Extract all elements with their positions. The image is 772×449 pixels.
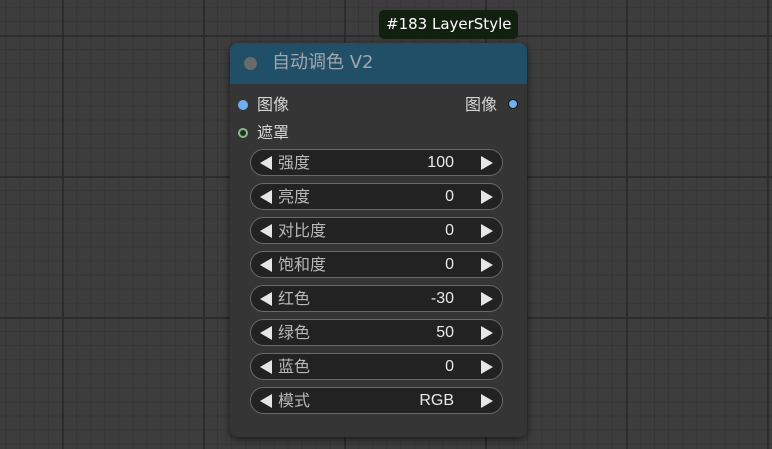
widget-value: 0 bbox=[445, 188, 454, 205]
widget-label: 对比度 bbox=[278, 221, 327, 240]
increment-arrow-icon[interactable] bbox=[481, 292, 493, 306]
decrement-arrow-icon[interactable] bbox=[260, 292, 272, 306]
widget-label: 蓝色 bbox=[278, 357, 311, 376]
decrement-arrow-icon[interactable] bbox=[260, 156, 272, 170]
node-header[interactable]: 自动调色 V2 bbox=[230, 43, 527, 84]
strength-widget[interactable]: 强度 100 bbox=[250, 149, 503, 176]
increment-arrow-icon[interactable] bbox=[481, 156, 493, 170]
contrast-widget[interactable]: 对比度 0 bbox=[250, 217, 503, 244]
node-id-badge: #183 LayerStyle bbox=[379, 10, 519, 39]
increment-arrow-icon[interactable] bbox=[481, 326, 493, 340]
mask-input-label: 遮罩 bbox=[257, 123, 290, 142]
node-title: 自动调色 V2 bbox=[272, 52, 374, 73]
widget-value: 100 bbox=[427, 154, 454, 171]
mask-input-socket-icon[interactable] bbox=[238, 128, 248, 138]
increment-arrow-icon[interactable] bbox=[481, 394, 493, 408]
decrement-arrow-icon[interactable] bbox=[260, 258, 272, 272]
auto-color-node[interactable]: 自动调色 V2 图像 图像 遮罩 强度 100 亮度 0 对比度 0 饱和度 0… bbox=[230, 43, 527, 437]
widget-value: -30 bbox=[430, 290, 454, 307]
decrement-arrow-icon[interactable] bbox=[260, 394, 272, 408]
widget-label: 强度 bbox=[278, 153, 311, 172]
decrement-arrow-icon[interactable] bbox=[260, 190, 272, 204]
widget-label: 绿色 bbox=[278, 323, 311, 342]
widget-value: 50 bbox=[436, 324, 454, 341]
decrement-arrow-icon[interactable] bbox=[260, 360, 272, 374]
widget-value: 0 bbox=[445, 222, 454, 239]
widget-label: 亮度 bbox=[278, 187, 311, 206]
image-output-socket-icon[interactable] bbox=[508, 99, 518, 109]
increment-arrow-icon[interactable] bbox=[481, 258, 493, 272]
blue-widget[interactable]: 蓝色 0 bbox=[250, 353, 503, 380]
green-widget[interactable]: 绿色 50 bbox=[250, 319, 503, 346]
image-output-label: 图像 bbox=[465, 95, 498, 114]
widget-label: 模式 bbox=[278, 391, 311, 410]
image-input-label: 图像 bbox=[257, 95, 290, 114]
widget-label: 饱和度 bbox=[278, 255, 327, 274]
increment-arrow-icon[interactable] bbox=[481, 224, 493, 238]
saturation-widget[interactable]: 饱和度 0 bbox=[250, 251, 503, 278]
widget-value: RGB bbox=[419, 392, 454, 409]
mode-widget[interactable]: 模式 RGB bbox=[250, 387, 503, 414]
decrement-arrow-icon[interactable] bbox=[260, 224, 272, 238]
red-widget[interactable]: 红色 -30 bbox=[250, 285, 503, 312]
decrement-arrow-icon[interactable] bbox=[260, 326, 272, 340]
widget-label: 红色 bbox=[278, 289, 311, 308]
increment-arrow-icon[interactable] bbox=[481, 190, 493, 204]
image-input-socket-icon[interactable] bbox=[238, 100, 248, 110]
collapse-toggle-icon[interactable] bbox=[244, 57, 257, 70]
increment-arrow-icon[interactable] bbox=[481, 360, 493, 374]
widget-value: 0 bbox=[445, 358, 454, 375]
brightness-widget[interactable]: 亮度 0 bbox=[250, 183, 503, 210]
widget-value: 0 bbox=[445, 256, 454, 273]
